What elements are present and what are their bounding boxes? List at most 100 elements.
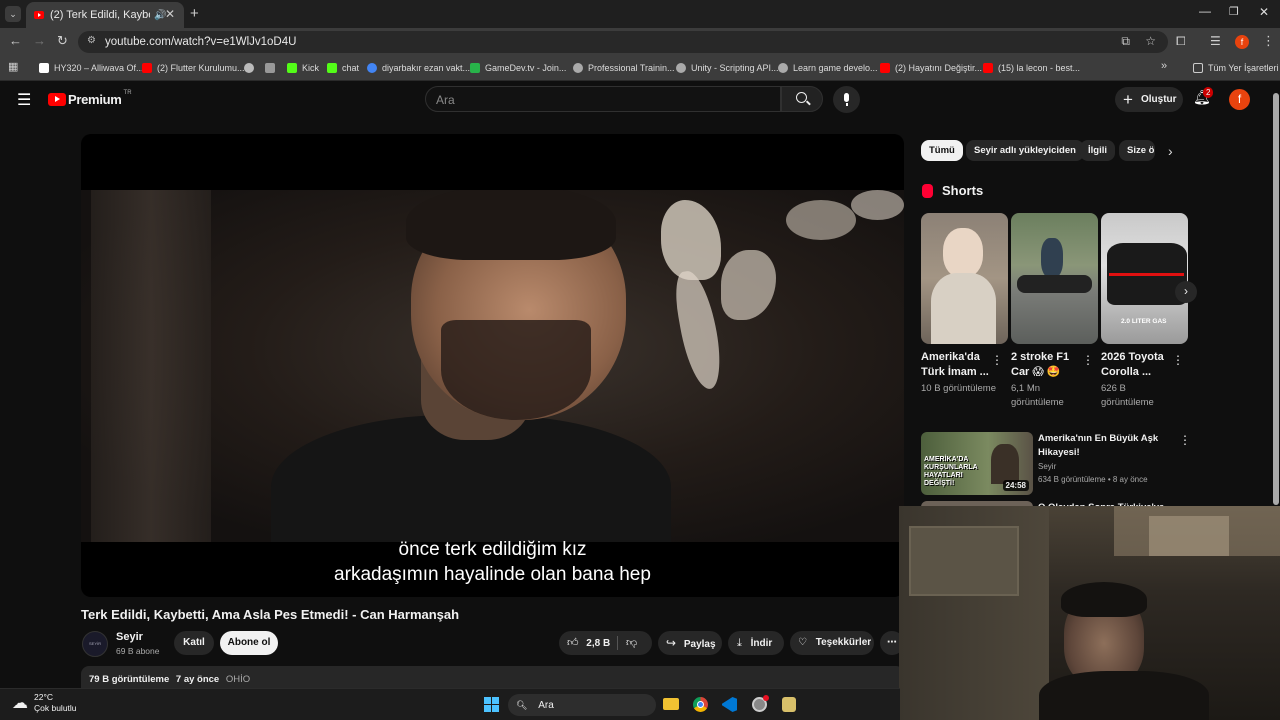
profile-avatar[interactable]: f bbox=[1235, 35, 1249, 49]
notifications-button[interactable]: 🔔︎ 2 bbox=[1193, 87, 1214, 109]
bookmark-item[interactable]: HY320 – Alliwava Of... bbox=[39, 61, 144, 75]
search-button[interactable] bbox=[781, 86, 823, 112]
join-button[interactable]: Katıl bbox=[174, 631, 214, 655]
bookmark-item[interactable]: (2) Flutter Kurulumu... bbox=[142, 61, 245, 75]
restore-button[interactable]: ❐ bbox=[1229, 5, 1239, 18]
bookmark-item[interactable] bbox=[265, 61, 280, 75]
short-2-menu-icon[interactable]: ⋮ bbox=[1082, 353, 1094, 367]
bookmark-star-icon[interactable]: ☆ bbox=[1145, 34, 1156, 48]
taskbar-search[interactable]: 🔍︎ Ara bbox=[508, 694, 656, 716]
short-3-menu-icon[interactable]: ⋮ bbox=[1172, 353, 1184, 367]
download-icon: ⤓ bbox=[737, 637, 742, 649]
recommendation-title-1[interactable]: Amerika'nın En Büyük Aşk Hikayesi! bbox=[1038, 432, 1170, 460]
scrollbar-thumb[interactable] bbox=[1273, 93, 1279, 505]
chrome-menu-icon[interactable]: ⋮ bbox=[1262, 33, 1275, 49]
new-tab-button[interactable]: + bbox=[190, 5, 199, 22]
chip-from-uploader[interactable]: Seyir adlı yükleyiciden bbox=[966, 140, 1084, 161]
weather-widget[interactable]: ☁ 22°C Çok bulutlu bbox=[12, 692, 77, 714]
notification-count-badge: 2 bbox=[1203, 87, 1214, 98]
youtube-logo[interactable]: Premium TR bbox=[48, 90, 132, 107]
recommendation-1-menu-icon[interactable]: ⋮ bbox=[1179, 433, 1191, 447]
more-bookmarks-icon[interactable]: » bbox=[1161, 60, 1167, 72]
bookmark-item[interactable]: Professional Trainin... bbox=[573, 61, 675, 75]
address-bar[interactable]: ⚙ youtube.com/watch?v=e1WlJv1oD4U ⧉ ☆ bbox=[78, 31, 1168, 53]
short-thumbnail-2[interactable] bbox=[1011, 213, 1098, 344]
chips-next-chevron-icon[interactable]: › bbox=[1168, 143, 1173, 159]
active-tab[interactable]: (2) Terk Edildi, Kaybetti, Am 🔊 ✕ bbox=[26, 2, 184, 28]
chip-related[interactable]: İlgili bbox=[1080, 140, 1115, 161]
voice-search-button[interactable] bbox=[833, 86, 860, 113]
all-bookmarks-folder[interactable]: Tüm Yer İşaretleri bbox=[1193, 61, 1279, 75]
shorts-next-button[interactable]: › bbox=[1175, 281, 1197, 303]
download-button[interactable]: ⤓ İndir bbox=[728, 631, 784, 655]
site-info-icon[interactable]: ⚙ bbox=[87, 35, 96, 46]
install-app-icon[interactable]: ⧉ bbox=[1121, 34, 1130, 49]
bookmark-item[interactable]: chat bbox=[327, 61, 359, 75]
back-arrow-icon[interactable]: ← bbox=[9, 33, 22, 48]
bookmark-item[interactable] bbox=[244, 61, 259, 75]
bookmark-item[interactable]: (15) la lecon - best... bbox=[983, 61, 1080, 75]
channel-name[interactable]: Seyir bbox=[116, 631, 143, 643]
short-1-menu-icon[interactable]: ⋮ bbox=[991, 353, 1003, 367]
start-button[interactable] bbox=[484, 697, 499, 712]
bookmark-item[interactable]: Unity - Scripting API... bbox=[676, 61, 779, 75]
reading-list-icon[interactable]: ☰ bbox=[1210, 34, 1221, 48]
subscribe-button[interactable]: Abone ol bbox=[220, 631, 278, 655]
shorts-heading: Shorts bbox=[922, 183, 983, 198]
share-button[interactable]: ↪ Paylaş bbox=[658, 631, 722, 655]
thanks-button[interactable]: ♡ Teşekkürler bbox=[790, 631, 874, 655]
bookmarks-bar: ▦ HY320 – Alliwava Of... (2) Flutter Kur… bbox=[0, 56, 1280, 81]
short-thumbnail-1[interactable] bbox=[921, 213, 1008, 344]
extensions-icon[interactable]: ⧠ bbox=[1176, 34, 1186, 49]
hamburger-menu-icon[interactable]: ☰ bbox=[17, 90, 31, 110]
short-thumbnail-3-caption: 2.0 LITER GAS bbox=[1121, 318, 1167, 325]
duration-badge: 24:58 bbox=[1002, 480, 1029, 491]
bookmark-item[interactable]: GameDev.tv - Join... bbox=[470, 61, 566, 75]
folder-icon bbox=[1193, 63, 1203, 73]
short-title-3[interactable]: 2026 Toyota Corolla ... bbox=[1101, 350, 1173, 380]
location-tag[interactable]: OHİO bbox=[226, 674, 250, 685]
minimize-button[interactable]: — bbox=[1199, 4, 1211, 18]
window-close-button[interactable]: ✕ bbox=[1259, 5, 1269, 19]
like-button[interactable]: 👍︎ 2,8 B bbox=[567, 631, 610, 656]
youtube-favicon-icon bbox=[34, 11, 44, 19]
short-title-2[interactable]: 2 stroke F1 Car 😱 🤩 bbox=[1011, 350, 1083, 380]
thumbs-up-icon: 👍︎ bbox=[567, 637, 579, 649]
page-scrollbar[interactable] bbox=[1272, 81, 1280, 506]
apps-grid-icon[interactable]: ▦ bbox=[8, 60, 18, 73]
dislike-button[interactable]: 👎︎ bbox=[626, 631, 637, 655]
app-icon[interactable] bbox=[782, 697, 796, 712]
vscode-icon[interactable] bbox=[722, 697, 737, 712]
webcam-overlay bbox=[899, 506, 1280, 720]
microphone-icon bbox=[844, 93, 849, 102]
chip-for-you[interactable]: Size ö bbox=[1119, 140, 1155, 161]
thanks-heart-icon: ♡ bbox=[798, 637, 807, 648]
search-icon: 🔍︎ bbox=[516, 700, 528, 710]
reload-icon[interactable]: ↻ bbox=[57, 33, 68, 49]
plus-icon: + bbox=[1123, 90, 1133, 109]
bookmark-item[interactable]: diyarbakır ezan vakt... bbox=[367, 61, 470, 75]
bookmark-item[interactable]: (2) Hayatını Değiştir... bbox=[880, 61, 982, 75]
channel-avatar[interactable]: SEYİR bbox=[82, 631, 108, 657]
like-dislike-group: 👍︎ 2,8 B 👎︎ bbox=[559, 631, 652, 655]
short-thumbnail-3[interactable]: 2.0 LITER GAS bbox=[1101, 213, 1188, 344]
search-input[interactable]: Ara bbox=[425, 86, 781, 112]
short-views-2: 6,1 Mn görüntüleme bbox=[1011, 383, 1064, 408]
recommendation-channel-1[interactable]: Seyir bbox=[1038, 462, 1056, 471]
short-title-1[interactable]: Amerika'da Türk İmam ... bbox=[921, 350, 993, 380]
chrome-icon[interactable] bbox=[693, 697, 708, 712]
bookmark-item[interactable]: Kick bbox=[287, 61, 319, 75]
recommendation-thumbnail-1[interactable]: AMERİKA'DA KURŞUNLARLA HAYATLARI DEĞİŞTİ… bbox=[921, 432, 1033, 495]
file-explorer-icon[interactable] bbox=[663, 698, 679, 710]
tab-strip: ⌄ (2) Terk Edildi, Kaybetti, Am 🔊 ✕ + — … bbox=[0, 0, 1280, 28]
chip-all[interactable]: Tümü bbox=[921, 140, 963, 161]
tab-close-icon[interactable]: ✕ bbox=[165, 7, 175, 21]
video-player[interactable]: önce terk edildiğim kız arkadaşımın haya… bbox=[81, 134, 904, 597]
tab-search-button[interactable]: ⌄ bbox=[5, 6, 21, 22]
github-desktop-icon[interactable] bbox=[752, 695, 769, 712]
bookmark-item[interactable]: Learn game develo... bbox=[778, 61, 878, 75]
create-button[interactable]: + Oluştur bbox=[1115, 87, 1183, 112]
short-views-3: 626 B görüntüleme bbox=[1101, 383, 1154, 408]
forward-arrow-icon[interactable]: → bbox=[33, 33, 46, 48]
account-avatar[interactable]: f bbox=[1229, 89, 1250, 110]
